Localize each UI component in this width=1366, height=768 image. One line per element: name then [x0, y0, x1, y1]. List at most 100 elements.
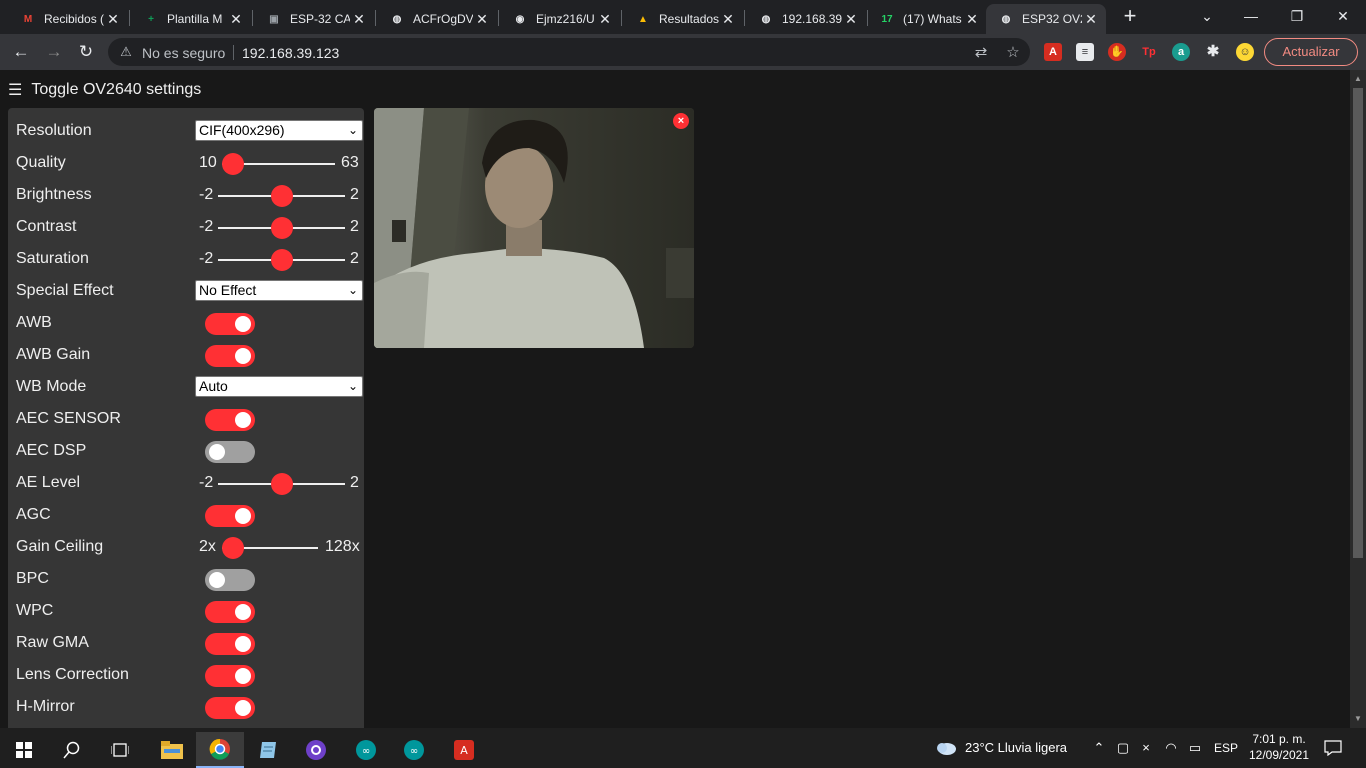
saturation-slider-thumb[interactable] — [270, 249, 293, 271]
close-tab-icon[interactable]: ✕ — [104, 10, 122, 28]
lens-correction-toggle-switch[interactable] — [205, 665, 255, 687]
github-desktop-icon[interactable] — [292, 732, 340, 768]
close-tab-icon[interactable]: ✕ — [596, 10, 614, 28]
close-tab-icon[interactable]: ✕ — [227, 10, 245, 28]
bpc-toggle-switch[interactable] — [205, 569, 255, 591]
awb-toggle-switch[interactable] — [205, 313, 255, 335]
notepad-icon[interactable] — [244, 732, 292, 768]
weather-text[interactable]: 23°C Lluvia ligera — [965, 728, 1067, 768]
close-tab-icon[interactable]: ✕ — [719, 10, 737, 28]
setting-label: Raw GMA — [16, 634, 89, 651]
arduino-ide-second-icon[interactable]: ∞ — [390, 732, 438, 768]
tab-separator — [252, 10, 253, 26]
windows-start-icon[interactable] — [0, 732, 48, 768]
adblock-extension-icon[interactable]: ✋ — [1108, 43, 1126, 61]
contrast-slider-thumb[interactable] — [270, 217, 293, 239]
range-min-label: -2 — [199, 250, 214, 267]
close-tab-icon[interactable]: ✕ — [1082, 10, 1100, 28]
select-value: No Effect — [199, 282, 257, 298]
clock-date: 12/09/2021 — [1248, 748, 1310, 762]
toggle-knob — [235, 508, 251, 524]
file-explorer-icon[interactable] — [148, 732, 196, 768]
restore-window-button[interactable]: ❐ — [1274, 0, 1320, 32]
browser-tab[interactable]: ◍ ESP32 OV2 ✕ — [986, 4, 1106, 34]
wifi-icon[interactable]: ◠ — [1163, 740, 1179, 756]
chevron-up-icon[interactable]: ⌃ — [1091, 740, 1107, 756]
awb-gain-toggle-switch[interactable] — [205, 345, 255, 367]
security-status-text[interactable]: No es seguro — [142, 45, 225, 61]
menu-dots-icon[interactable]: ⋮ — [1360, 42, 1366, 62]
whatsapp-icon: 17 — [881, 13, 893, 25]
close-tab-icon[interactable]: ✕ — [350, 10, 368, 28]
toggle-settings-label[interactable]: Toggle OV2640 settings — [31, 81, 201, 99]
grammar-extension-icon[interactable]: a — [1172, 43, 1190, 61]
tab-search-icon[interactable]: ⌄ — [1184, 0, 1230, 32]
aec-sensor-toggle-switch[interactable] — [205, 409, 255, 431]
h-mirror-toggle-switch[interactable] — [205, 697, 255, 719]
forward-arrow-icon[interactable]: → — [42, 40, 66, 64]
close-window-button[interactable]: ✕ — [1320, 0, 1366, 32]
close-tab-icon[interactable]: ✕ — [842, 10, 860, 28]
meet-now-icon[interactable]: ▢ — [1115, 740, 1131, 756]
back-arrow-icon[interactable]: ← — [9, 40, 33, 64]
reload-icon[interactable]: ↻ — [74, 40, 98, 64]
close-tab-icon[interactable]: ✕ — [473, 10, 491, 28]
browser-tab[interactable]: ▲ Resultados ✕ — [623, 4, 743, 34]
speaker-muted-icon[interactable]: × — [1138, 740, 1154, 756]
not-secure-warning-icon[interactable]: ⚠ — [118, 44, 134, 60]
hamburger-menu-icon[interactable]: ☰ — [8, 80, 22, 100]
browser-tab[interactable]: + Plantilla M ✕ — [131, 4, 251, 34]
wpc-toggle-switch[interactable] — [205, 601, 255, 623]
select-value: Auto — [199, 378, 228, 394]
close-tab-icon[interactable]: ✕ — [963, 10, 981, 28]
translate-icon[interactable]: ⇄ — [972, 44, 990, 62]
minimize-window-button[interactable]: — — [1228, 0, 1274, 32]
tp-extension-icon[interactable]: Tp — [1140, 43, 1158, 61]
brightness-slider-thumb[interactable] — [270, 185, 293, 207]
search-icon[interactable] — [48, 732, 96, 768]
pdf-extension-icon[interactable]: A — [1044, 43, 1062, 61]
update-button[interactable]: Actualizar — [1264, 38, 1358, 66]
arduino-ide-icon[interactable]: ∞ — [342, 732, 390, 768]
battery-icon[interactable]: ▭ — [1187, 740, 1203, 756]
agc-toggle-switch[interactable] — [205, 505, 255, 527]
chrome-taskbar-icon[interactable] — [196, 732, 244, 768]
toggle-knob — [209, 444, 225, 460]
browser-tab[interactable]: ◍ 192.168.39 ✕ — [746, 4, 866, 34]
special-effect-select[interactable]: No Effect ⌄ — [195, 280, 363, 301]
setting-label: BPC — [16, 570, 49, 587]
wb-mode-select[interactable]: Auto ⌄ — [195, 376, 363, 397]
acrobat-reader-icon[interactable]: A — [440, 732, 488, 768]
ae-level-slider-thumb[interactable] — [270, 473, 293, 495]
scrollbar-thumb[interactable] — [1353, 88, 1363, 558]
new-tab-button[interactable]: + — [1116, 5, 1144, 29]
browser-tab[interactable]: ▣ ESP-32 CAM✕ — [254, 4, 374, 34]
bookmark-star-icon[interactable]: ☆ — [1004, 44, 1022, 62]
profile-avatar-icon[interactable]: ☺ — [1236, 43, 1254, 61]
extensions-puzzle-icon[interactable]: ✱ — [1204, 43, 1222, 61]
page-scrollbar[interactable]: ▲ ▼ — [1350, 70, 1366, 728]
document-extension-icon[interactable]: ≡ — [1076, 43, 1094, 61]
input-language-indicator[interactable]: ESP — [1214, 728, 1238, 768]
notifications-icon[interactable] — [1324, 740, 1342, 757]
setting-row-raw-gma: Raw GMA — [16, 629, 356, 657]
toggle-settings-link[interactable]: ☰ Toggle OV2640 settings — [8, 80, 201, 100]
setting-label: Brightness — [16, 186, 92, 203]
close-stream-button[interactable]: × — [673, 113, 689, 129]
browser-tab[interactable]: ◍ ACFrOgDV ✕ — [377, 4, 497, 34]
resolution-select[interactable]: CIF(400x296) ⌄ — [195, 120, 363, 141]
aec-dsp-toggle-switch[interactable] — [205, 441, 255, 463]
address-bar[interactable]: ⚠ No es seguro 192.168.39.123 ⇄ ☆ — [108, 38, 1030, 66]
scroll-up-arrow-icon[interactable]: ▲ — [1353, 74, 1363, 84]
taskbar-clock[interactable]: 7:01 p. m. 12/09/2021 — [1242, 731, 1316, 763]
quality-slider-thumb[interactable] — [222, 153, 244, 175]
browser-tab[interactable]: 17 (17) Whats ✕ — [867, 4, 987, 34]
url-text[interactable]: 192.168.39.123 — [242, 45, 339, 61]
raw-gma-toggle-switch[interactable] — [205, 633, 255, 655]
weather-cloud-icon[interactable] — [935, 740, 957, 756]
browser-tab[interactable]: ◉ Ejmz216/U ✕ — [500, 4, 620, 34]
browser-tab[interactable]: M Recibidos (✕ — [8, 4, 128, 34]
task-view-icon[interactable] — [96, 732, 144, 768]
scroll-down-arrow-icon[interactable]: ▼ — [1353, 714, 1363, 724]
gain-ceiling-slider-thumb[interactable] — [222, 537, 244, 559]
